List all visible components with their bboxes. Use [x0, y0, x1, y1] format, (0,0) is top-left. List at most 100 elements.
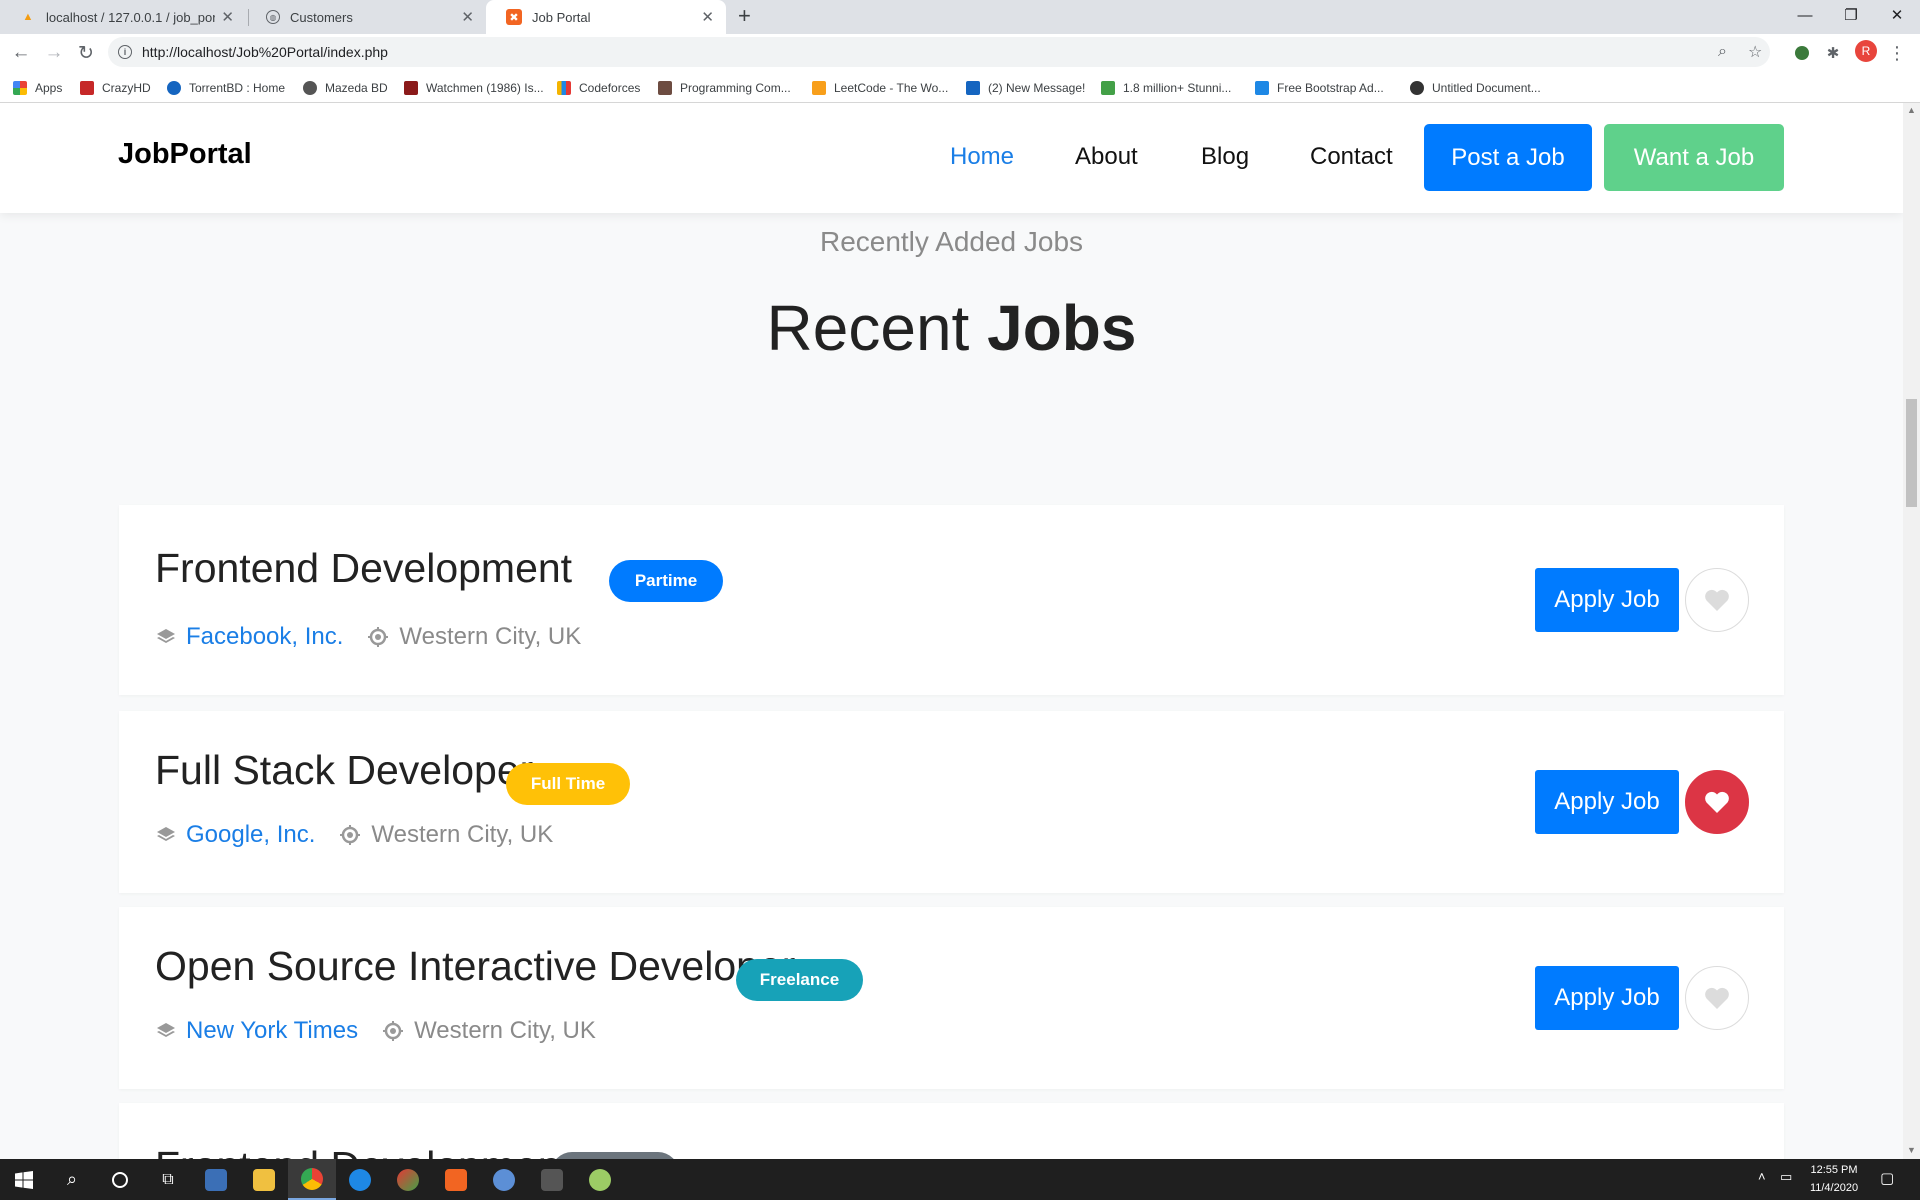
system-clock[interactable]: 12:55 PM 11/4/2020	[1798, 1161, 1870, 1197]
job-title[interactable]: Full Stack Developer	[155, 747, 533, 794]
bookmark-item[interactable]: Watchmen (1986) Is...	[404, 72, 544, 103]
bookmark-item[interactable]: Free Bootstrap Ad...	[1255, 72, 1384, 103]
page-viewport: JobPortal Home About Blog Contact Post a…	[0, 103, 1903, 1159]
search-icon[interactable]: ⌕	[48, 1159, 96, 1200]
tray-chevron-icon[interactable]: ˄	[1758, 1169, 1766, 1184]
document-icon	[1410, 80, 1424, 95]
forward-icon[interactable]: →	[42, 41, 66, 65]
bookmark-star-icon[interactable]: ☆	[1748, 37, 1762, 67]
browser-tab-job-portal[interactable]: ✖ Job Portal ✕	[486, 0, 726, 34]
job-meta: Google, Inc. Western City, UK	[156, 821, 553, 849]
programming-icon	[658, 80, 672, 95]
browser-tab-strip: ▲ localhost / 127.0.0.1 / job_portal ✕ ◍…	[0, 0, 1920, 34]
company-link[interactable]: New York Times	[186, 1017, 358, 1045]
edge-icon[interactable]	[336, 1159, 384, 1200]
post-job-button[interactable]: Post a Job	[1424, 124, 1592, 191]
notification-icon[interactable]: ▢	[1880, 1169, 1894, 1187]
bookmark-item[interactable]: Untitled Document...	[1410, 72, 1541, 103]
close-tab-icon[interactable]: ✕	[221, 8, 234, 26]
zoom-icon[interactable]: ⌕	[1718, 37, 1727, 67]
company-link[interactable]: Google, Inc.	[186, 821, 315, 849]
task-view-icon[interactable]: ⧉	[144, 1159, 192, 1200]
clock-date: 11/4/2020	[1809, 1182, 1859, 1194]
site-navbar: JobPortal Home About Blog Contact Post a…	[0, 103, 1903, 213]
heading-light: Recent	[766, 292, 970, 364]
site-brand[interactable]: JobPortal	[118, 138, 252, 171]
scroll-down-arrow-icon[interactable]: ▼	[1907, 1145, 1916, 1155]
qbittorrent-icon[interactable]	[480, 1159, 528, 1200]
bookmark-apps[interactable]: Apps	[13, 72, 62, 103]
heart-icon	[1705, 589, 1729, 611]
job-title[interactable]: Open Source Interactive Developer	[155, 943, 795, 990]
section-heading: Recent Jobs	[0, 291, 1903, 365]
nav-contact[interactable]: Contact	[1310, 143, 1393, 171]
close-tab-icon[interactable]: ✕	[701, 8, 714, 26]
file-explorer-icon[interactable]	[240, 1159, 288, 1200]
extension-icon[interactable]	[1791, 42, 1813, 64]
company-link[interactable]: Facebook, Inc.	[186, 623, 343, 651]
apply-job-button[interactable]: Apply Job	[1535, 770, 1679, 834]
pexels-icon	[1101, 80, 1115, 95]
network-icon[interactable]: ▭	[1780, 1169, 1792, 1185]
cortana-icon[interactable]	[96, 1159, 144, 1200]
maximize-button[interactable]: ❐	[1828, 0, 1874, 30]
favorite-button[interactable]	[1685, 966, 1749, 1030]
heading-bold: Jobs	[987, 292, 1137, 364]
bookmark-item[interactable]: (2) New Message!	[966, 72, 1085, 103]
chrome-icon[interactable]	[288, 1159, 336, 1200]
bookmark-item[interactable]: Codeforces	[557, 72, 640, 103]
extensions-puzzle-icon[interactable]: ✱	[1822, 42, 1844, 64]
bookmark-item[interactable]: Mazeda BD	[303, 72, 388, 103]
taskbar-app-icon[interactable]	[384, 1159, 432, 1200]
profile-avatar[interactable]: R	[1855, 40, 1877, 62]
browser-toolbar: ← → ↻ i http://localhost/Job%20Portal/in…	[0, 34, 1920, 72]
taskbar-app-icon[interactable]	[576, 1159, 624, 1200]
tab-title: localhost / 127.0.0.1 / job_portal	[46, 9, 216, 25]
bookmark-item[interactable]: TorrentBD : Home	[167, 72, 285, 103]
tab-title: Job Portal	[532, 9, 591, 25]
browser-tab-customers[interactable]: ◍ Customers ✕	[246, 0, 486, 34]
windows-start-icon[interactable]	[0, 1159, 48, 1200]
job-location: Western City, UK	[371, 821, 554, 848]
bookmark-item[interactable]: LeetCode - The Wo...	[812, 72, 948, 103]
menu-kebab-icon[interactable]: ⋮	[1886, 42, 1908, 64]
bookmark-item[interactable]: Programming Com...	[658, 72, 791, 103]
imdb-icon	[404, 80, 418, 95]
layers-icon	[157, 629, 175, 643]
close-window-button[interactable]: ✕	[1874, 0, 1920, 30]
favorite-button[interactable]	[1685, 568, 1749, 632]
site-info-icon[interactable]: i	[118, 45, 132, 59]
taskbar-app-icon[interactable]	[192, 1159, 240, 1200]
job-type-badge: Full Time	[506, 763, 630, 805]
browser-tab-phpmyadmin[interactable]: ▲ localhost / 127.0.0.1 / job_portal ✕	[0, 0, 246, 34]
reload-icon[interactable]: ↻	[74, 41, 98, 65]
job-card: Frontend Development	[119, 1103, 1784, 1159]
xampp-icon[interactable]	[432, 1159, 480, 1200]
nav-about[interactable]: About	[1075, 143, 1138, 171]
close-tab-icon[interactable]: ✕	[461, 8, 474, 26]
location-target-icon	[383, 1021, 404, 1041]
heart-icon	[1705, 791, 1729, 813]
page-scrollbar[interactable]: ▲ ▼	[1903, 103, 1920, 1159]
job-title[interactable]: Frontend Development	[155, 545, 572, 592]
minimize-button[interactable]: —	[1782, 0, 1828, 30]
apply-job-button[interactable]: Apply Job	[1535, 966, 1679, 1030]
new-tab-button[interactable]: +	[738, 3, 751, 29]
favorite-button[interactable]	[1685, 770, 1749, 834]
address-bar[interactable]: i http://localhost/Job%20Portal/index.ph…	[108, 37, 1770, 67]
nav-home[interactable]: Home	[950, 143, 1014, 171]
bookmark-item[interactable]: CrazyHD	[80, 72, 151, 103]
nav-blog[interactable]: Blog	[1201, 143, 1249, 171]
want-job-button[interactable]: Want a Job	[1604, 124, 1784, 191]
scroll-up-arrow-icon[interactable]: ▲	[1907, 105, 1916, 115]
bookmark-item[interactable]: 1.8 million+ Stunni...	[1101, 72, 1231, 103]
job-type-badge: Partime	[609, 560, 723, 602]
leetcode-icon	[812, 80, 826, 95]
job-title[interactable]: Frontend Development	[155, 1143, 572, 1159]
back-icon[interactable]: ←	[9, 41, 33, 65]
job-meta: Facebook, Inc. Western City, UK	[156, 623, 581, 651]
apply-job-button[interactable]: Apply Job	[1535, 568, 1679, 632]
crazyhd-icon	[80, 80, 94, 95]
taskbar-app-icon[interactable]	[528, 1159, 576, 1200]
scrollbar-thumb[interactable]	[1906, 399, 1917, 507]
